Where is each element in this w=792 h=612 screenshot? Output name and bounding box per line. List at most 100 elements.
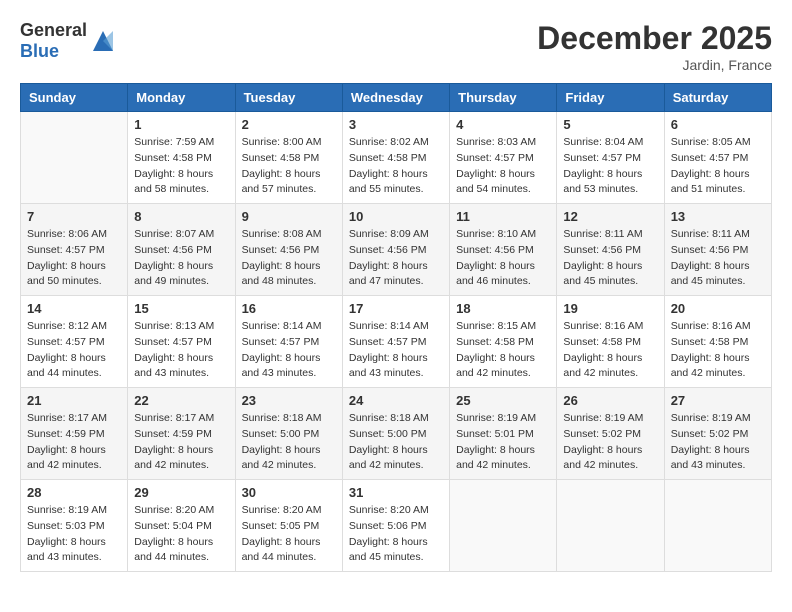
day-number: 9 [242, 209, 336, 224]
weekday-header-tuesday: Tuesday [235, 84, 342, 112]
calendar-day-cell: 9Sunrise: 8:08 AMSunset: 4:56 PMDaylight… [235, 204, 342, 296]
calendar-day-cell: 17 Sunrise: 8:14 AMSunset: 4:57 PMDayligh… [342, 296, 449, 388]
location-label: Jardin, France [537, 57, 772, 73]
day-number: 14 [27, 301, 121, 316]
day-info: Sunrise: 8:10 AMSunset: 4:56 PMDaylight:… [456, 227, 550, 290]
day-info: Sunrise: 8:06 AMSunset: 4:57 PMDaylight:… [27, 227, 121, 290]
calendar-day-cell: 31 Sunrise: 8:20 AMSunset: 5:06 PMDayligh… [342, 480, 449, 572]
day-info: Sunrise: 8:19 AMSunset: 5:01 PMDaylight:… [456, 411, 550, 474]
day-number: 12 [563, 209, 657, 224]
calendar-day-cell [557, 480, 664, 572]
calendar-day-cell: 30Sunrise: 8:20 AMSunset: 5:05 PMDayligh… [235, 480, 342, 572]
calendar-day-cell [664, 480, 771, 572]
logo: General Blue [20, 20, 117, 62]
day-number: 31 [349, 485, 443, 500]
day-info: Sunrise: 8:04 AMSunset: 4:57 PMDaylight:… [563, 135, 657, 198]
calendar-day-cell: 1 Sunrise: 7:59 AMSunset: 4:58 PMDaylight… [128, 112, 235, 204]
calendar-day-cell: 7 Sunrise: 8:06 AMSunset: 4:57 PMDaylight… [21, 204, 128, 296]
calendar-day-cell: 21 Sunrise: 8:17 AMSunset: 4:59 PMDayligh… [21, 388, 128, 480]
day-number: 5 [563, 117, 657, 132]
day-number: 21 [27, 393, 121, 408]
calendar-day-cell: 20 Sunrise: 8:16 AMSunset: 4:58 PMDayligh… [664, 296, 771, 388]
day-info: Sunrise: 8:17 AMSunset: 4:59 PMDaylight:… [27, 411, 121, 474]
month-year-title: December 2025 [537, 20, 772, 57]
logo-icon [89, 27, 117, 55]
calendar-day-cell: 27Sunrise: 8:19 AMSunset: 5:02 PMDayligh… [664, 388, 771, 480]
weekday-header-row: SundayMondayTuesdayWednesdayThursdayFrid… [21, 84, 772, 112]
day-number: 10 [349, 209, 443, 224]
day-info: Sunrise: 8:18 AMSunset: 5:00 PMDaylight:… [349, 411, 443, 474]
day-info: Sunrise: 8:14 AMSunset: 4:57 PMDaylight:… [349, 319, 443, 382]
page-header: General Blue December 2025 Jardin, Franc… [20, 20, 772, 73]
calendar-day-cell: 23Sunrise: 8:18 AMSunset: 5:00 PMDayligh… [235, 388, 342, 480]
day-info: Sunrise: 7:59 AMSunset: 4:58 PMDaylight:… [134, 135, 228, 198]
calendar-day-cell: 6Sunrise: 8:05 AMSunset: 4:57 PMDaylight… [664, 112, 771, 204]
calendar-day-cell [450, 480, 557, 572]
day-number: 15 [134, 301, 228, 316]
weekday-header-saturday: Saturday [664, 84, 771, 112]
day-number: 7 [27, 209, 121, 224]
weekday-header-sunday: Sunday [21, 84, 128, 112]
day-info: Sunrise: 8:13 AMSunset: 4:57 PMDaylight:… [134, 319, 228, 382]
weekday-header-thursday: Thursday [450, 84, 557, 112]
calendar-day-cell: 28Sunrise: 8:19 AMSunset: 5:03 PMDayligh… [21, 480, 128, 572]
day-number: 13 [671, 209, 765, 224]
calendar-day-cell: 2 Sunrise: 8:00 AMSunset: 4:58 PMDaylight… [235, 112, 342, 204]
day-info: Sunrise: 8:11 AMSunset: 4:56 PMDaylight:… [671, 227, 765, 290]
calendar-day-cell: 10 Sunrise: 8:09 AMSunset: 4:56 PMDayligh… [342, 204, 449, 296]
weekday-header-friday: Friday [557, 84, 664, 112]
day-number: 23 [242, 393, 336, 408]
calendar-table: SundayMondayTuesdayWednesdayThursdayFrid… [20, 83, 772, 572]
calendar-day-cell: 15 Sunrise: 8:13 AMSunset: 4:57 PMDayligh… [128, 296, 235, 388]
calendar-day-cell: 19 Sunrise: 8:16 AMSunset: 4:58 PMDayligh… [557, 296, 664, 388]
day-info: Sunrise: 8:00 AMSunset: 4:58 PMDaylight:… [242, 135, 336, 198]
day-info: Sunrise: 8:17 AMSunset: 4:59 PMDaylight:… [134, 411, 228, 474]
day-info: Sunrise: 8:16 AMSunset: 4:58 PMDaylight:… [563, 319, 657, 382]
calendar-day-cell: 25Sunrise: 8:19 AMSunset: 5:01 PMDayligh… [450, 388, 557, 480]
day-info: Sunrise: 8:20 AMSunset: 5:05 PMDaylight:… [242, 503, 336, 566]
day-number: 8 [134, 209, 228, 224]
day-number: 11 [456, 209, 550, 224]
day-info: Sunrise: 8:03 AMSunset: 4:57 PMDaylight:… [456, 135, 550, 198]
day-number: 6 [671, 117, 765, 132]
day-number: 27 [671, 393, 765, 408]
day-number: 17 [349, 301, 443, 316]
day-info: Sunrise: 8:11 AMSunset: 4:56 PMDaylight:… [563, 227, 657, 290]
day-info: Sunrise: 8:12 AMSunset: 4:57 PMDaylight:… [27, 319, 121, 382]
day-info: Sunrise: 8:07 AMSunset: 4:56 PMDaylight:… [134, 227, 228, 290]
calendar-day-cell: 13 Sunrise: 8:11 AMSunset: 4:56 PMDayligh… [664, 204, 771, 296]
day-number: 24 [349, 393, 443, 408]
day-number: 16 [242, 301, 336, 316]
calendar-week-row: 1 Sunrise: 7:59 AMSunset: 4:58 PMDaylight… [21, 112, 772, 204]
logo-text: General Blue [20, 20, 87, 62]
day-number: 20 [671, 301, 765, 316]
day-number: 1 [134, 117, 228, 132]
day-info: Sunrise: 8:15 AMSunset: 4:58 PMDaylight:… [456, 319, 550, 382]
day-number: 19 [563, 301, 657, 316]
day-number: 28 [27, 485, 121, 500]
day-info: Sunrise: 8:14 AMSunset: 4:57 PMDaylight:… [242, 319, 336, 382]
day-info: Sunrise: 8:02 AMSunset: 4:58 PMDaylight:… [349, 135, 443, 198]
logo-blue: Blue [20, 41, 59, 61]
calendar-day-cell: 29Sunrise: 8:20 AMSunset: 5:04 PMDayligh… [128, 480, 235, 572]
calendar-day-cell: 22 Sunrise: 8:17 AMSunset: 4:59 PMDayligh… [128, 388, 235, 480]
day-info: Sunrise: 8:19 AMSunset: 5:02 PMDaylight:… [563, 411, 657, 474]
day-number: 22 [134, 393, 228, 408]
day-number: 4 [456, 117, 550, 132]
day-number: 2 [242, 117, 336, 132]
calendar-day-cell: 12 Sunrise: 8:11 AMSunset: 4:56 PMDayligh… [557, 204, 664, 296]
calendar-week-row: 7 Sunrise: 8:06 AMSunset: 4:57 PMDaylight… [21, 204, 772, 296]
calendar-day-cell: 8 Sunrise: 8:07 AMSunset: 4:56 PMDaylight… [128, 204, 235, 296]
calendar-week-row: 28Sunrise: 8:19 AMSunset: 5:03 PMDayligh… [21, 480, 772, 572]
calendar-day-cell: 18 Sunrise: 8:15 AMSunset: 4:58 PMDayligh… [450, 296, 557, 388]
day-info: Sunrise: 8:09 AMSunset: 4:56 PMDaylight:… [349, 227, 443, 290]
day-number: 18 [456, 301, 550, 316]
day-info: Sunrise: 8:16 AMSunset: 4:58 PMDaylight:… [671, 319, 765, 382]
calendar-day-cell: 26Sunrise: 8:19 AMSunset: 5:02 PMDayligh… [557, 388, 664, 480]
day-number: 3 [349, 117, 443, 132]
day-info: Sunrise: 8:20 AMSunset: 5:06 PMDaylight:… [349, 503, 443, 566]
calendar-day-cell: 5 Sunrise: 8:04 AMSunset: 4:57 PMDaylight… [557, 112, 664, 204]
calendar-week-row: 14 Sunrise: 8:12 AMSunset: 4:57 PMDayligh… [21, 296, 772, 388]
calendar-day-cell: 3 Sunrise: 8:02 AMSunset: 4:58 PMDaylight… [342, 112, 449, 204]
calendar-day-cell: 14 Sunrise: 8:12 AMSunset: 4:57 PMDayligh… [21, 296, 128, 388]
